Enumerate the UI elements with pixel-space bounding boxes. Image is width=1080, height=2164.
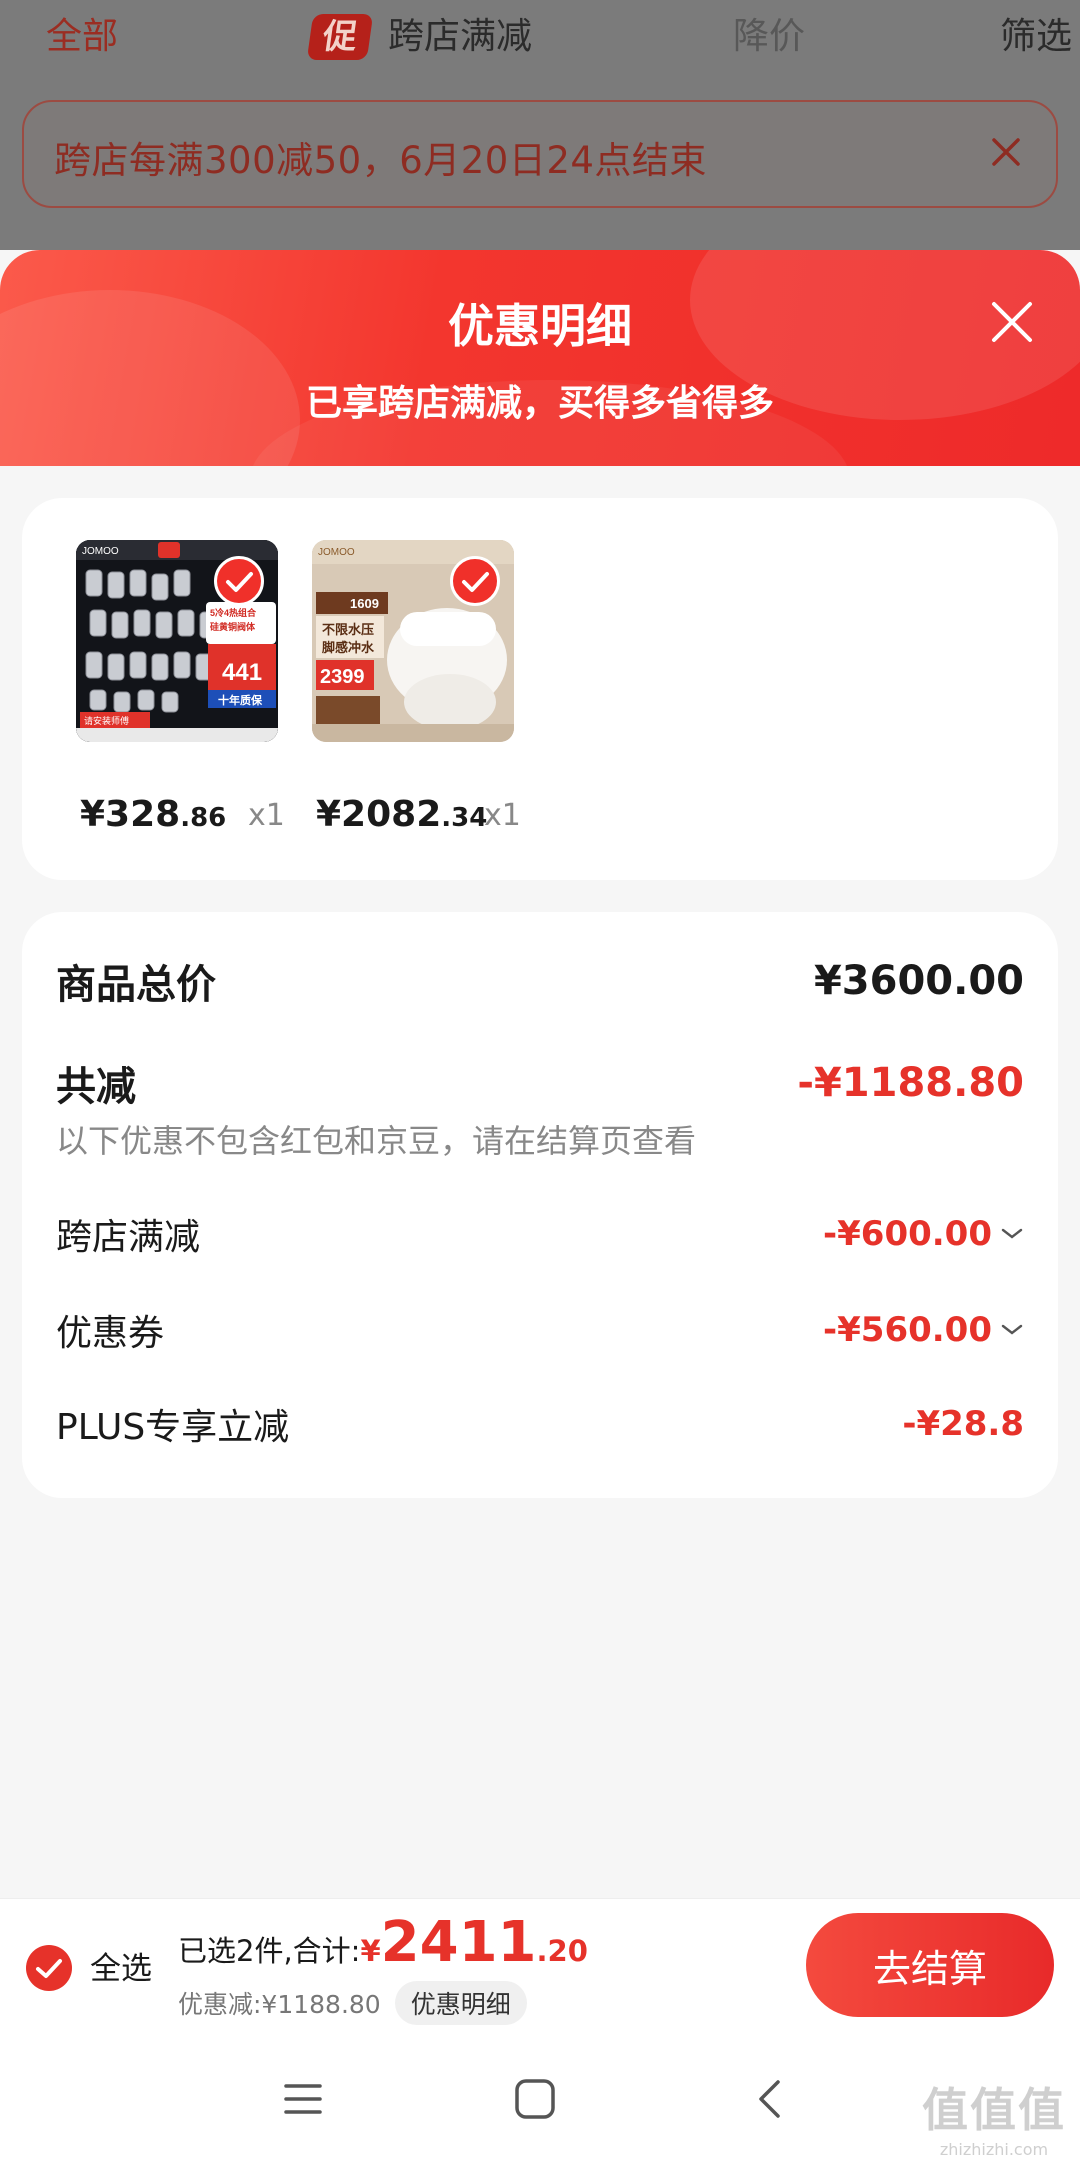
total-currency: ¥ <box>360 1934 381 1968</box>
discount-amount: -¥560.00 <box>823 1310 992 1350</box>
home-icon[interactable] <box>510 2074 560 2124</box>
discount-label: 优惠券 <box>56 1313 165 1354</box>
filter-tabs: 全部 促 跨店满减 降价 筛选 <box>0 0 1080 76</box>
discount-amount: -¥600.00 <box>823 1214 992 1254</box>
discount-amount: -¥28.8 <box>902 1404 1024 1444</box>
total-reduction-label: 共减 <box>56 1064 136 1110</box>
thumb-price-text: 441 <box>222 659 262 686</box>
tab-filter[interactable]: 筛选 <box>1000 12 1072 62</box>
promo-badge-icon: 促 <box>306 14 374 60</box>
products-card: JOMOO 5冷4热组合 硅黄铜阀体 441 十年质保 请安装师傅 ¥328.8… <box>22 498 1058 880</box>
back-icon[interactable] <box>746 2074 796 2124</box>
product-price: ¥2082.34 <box>316 794 487 835</box>
total-reduction-row: 共减 -¥1188.80 <box>56 1054 1024 1112</box>
watermark: 值值值 zhizhizhi.com <box>922 2074 1066 2159</box>
feature-text: 不限水压 <box>322 622 374 637</box>
system-nav-bar <box>0 2032 1080 2164</box>
service-text: 请安装师傅 <box>84 715 129 726</box>
promo-banner: 跨店每满300减50，6月20日24点结束 <box>22 100 1058 208</box>
promo-text: 1609 <box>350 596 379 611</box>
checkout-button[interactable]: 去结算 <box>806 1913 1054 2017</box>
price-summary-card: 商品总价 ¥3600.00 共减 -¥1188.80 以下优惠不包含红包和京豆，… <box>22 912 1058 1498</box>
select-all-check-icon[interactable] <box>26 1945 72 1991</box>
watermark-url: zhizhizhi.com <box>939 2140 1049 2159</box>
price-decimal: .34 <box>441 803 488 833</box>
sheet-title: 优惠明细 <box>448 299 632 353</box>
promo-banner-text: 跨店每满300减50，6月20日24点结束 <box>54 139 707 182</box>
total-integer: 2411 <box>380 1910 537 1975</box>
tab-cross-store[interactable]: 促 跨店满减 <box>306 12 533 62</box>
discount-value: -¥560.00 <box>823 1310 1024 1350</box>
brand-text: JOMOO <box>318 547 355 558</box>
sheet-subtitle: 已享跨店满减，买得多省得多 <box>305 383 774 424</box>
warranty-text: 十年质保 <box>218 693 263 707</box>
tab-all[interactable]: 全部 <box>46 12 118 62</box>
price-integer: ¥328 <box>80 794 181 835</box>
sheet-header: 优惠明细 已享跨店满减，买得多省得多 <box>0 250 1080 466</box>
chevron-down-icon[interactable] <box>1000 1227 1024 1241</box>
product-quantity: x1 <box>484 798 521 833</box>
underlying-page: 全部 促 跨店满减 降价 筛选 跨店每满300减50，6月20日24点结束 <box>0 0 1080 250</box>
checkout-bar: 全选 已选2件,合计: ¥ 2411 .20 优惠减:¥1188.80 优惠明细… <box>0 1898 1080 2032</box>
brand-text: JOMOO <box>82 546 119 557</box>
tab-price-drop[interactable]: 降价 <box>733 12 805 62</box>
discount-row-coupon[interactable]: 优惠券 -¥560.00 <box>56 1304 1024 1356</box>
tag-text: 5冷4热组合 <box>210 607 257 618</box>
feature-text: 脚感冲水 <box>322 640 375 655</box>
discount-label: PLUS专享立减 <box>56 1407 290 1448</box>
select-all-label[interactable]: 全选 <box>90 1943 152 1988</box>
product-item[interactable]: JOMOO 1609 不限水压 脚感冲水 2399 ¥2082.34 x1 <box>312 540 521 835</box>
discount-row-plus: PLUS专享立减 -¥28.8 <box>56 1398 1024 1450</box>
close-icon[interactable] <box>984 130 1028 174</box>
selected-check-icon[interactable] <box>214 556 264 606</box>
product-quantity: x1 <box>248 798 285 833</box>
discount-line: 优惠减:¥1188.80 优惠明细 <box>178 1981 527 2025</box>
discount-value: -¥600.00 <box>823 1214 1024 1254</box>
selected-count-label: 已选2件,合计: <box>178 1934 361 1968</box>
chevron-down-icon[interactable] <box>1000 1323 1024 1337</box>
tag-text: 硅黄铜阀体 <box>210 621 256 632</box>
tab-cross-store-label: 跨店满减 <box>388 16 533 57</box>
price-decimal: .86 <box>180 803 227 833</box>
product-price: ¥328.86 <box>80 794 226 835</box>
thumb-price-text: 2399 <box>320 666 365 688</box>
total-price-value: ¥3600.00 <box>813 958 1024 1004</box>
total-price-label: 商品总价 <box>56 962 216 1008</box>
close-sheet-icon[interactable] <box>988 298 1036 346</box>
discount-label: 跨店满减 <box>56 1217 201 1258</box>
total-reduction-value: -¥1188.80 <box>797 1060 1024 1106</box>
watermark-logo: 值值值 <box>922 2083 1066 2137</box>
discount-detail-sheet: 优惠明细 已享跨店满减，买得多省得多 JOMOO 5冷4热组合 硅黄铜阀体 44… <box>0 250 1080 2164</box>
total-decimal: .20 <box>536 1934 588 1968</box>
product-item[interactable]: JOMOO 5冷4热组合 硅黄铜阀体 441 十年质保 请安装师傅 ¥328.8… <box>76 540 285 835</box>
discount-detail-button[interactable]: 优惠明细 <box>394 1981 527 2025</box>
product-thumbnail[interactable]: JOMOO 1609 不限水压 脚感冲水 2399 <box>312 540 514 742</box>
total-line: 已选2件,合计: ¥ 2411 .20 <box>178 1911 588 1975</box>
discount-row-cross-store[interactable]: 跨店满减 -¥600.00 <box>56 1208 1024 1260</box>
product-thumbnail[interactable]: JOMOO 5冷4热组合 硅黄铜阀体 441 十年质保 请安装师傅 <box>76 540 278 742</box>
total-price-row: 商品总价 ¥3600.00 <box>56 952 1024 1010</box>
discount-total-text: 优惠减:¥1188.80 <box>178 1990 381 2019</box>
selected-check-icon[interactable] <box>450 556 500 606</box>
menu-icon[interactable] <box>278 2074 328 2124</box>
reduction-note: 以下优惠不包含红包和京豆，请在结算页查看 <box>56 1122 697 1160</box>
price-integer: ¥2082 <box>316 794 442 835</box>
